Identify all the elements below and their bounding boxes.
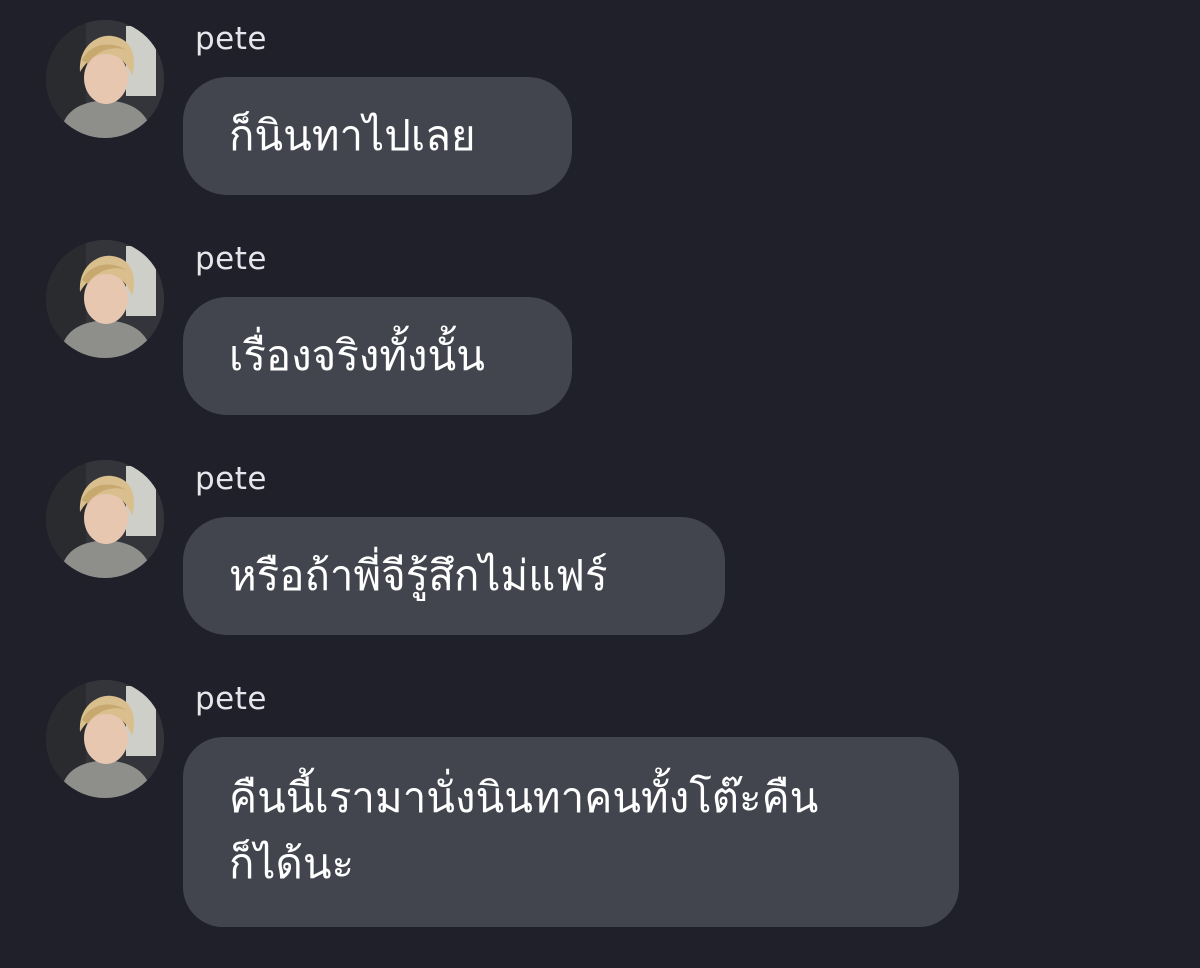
message-text: หรือถ้าพี่จีรู้สึกไม่แฟร์ xyxy=(229,551,608,600)
chat-message: pete หรือถ้าพี่จีรู้สึกไม่แฟร์ xyxy=(0,440,1200,660)
message-text-line-1: คืนนี้เรามานั่งนินทาคนทั้งโต๊ะคืน xyxy=(229,773,819,822)
message-bubble[interactable]: ก็นินทาไปเลย xyxy=(183,77,572,195)
avatar[interactable] xyxy=(46,680,164,798)
avatar-photo xyxy=(46,240,164,358)
avatar[interactable] xyxy=(46,460,164,578)
sender-name: pete xyxy=(195,241,267,277)
chat-thread: pete ก็นินทาไปเลย pete เรื่องจริงทั้งนั้… xyxy=(0,0,1200,968)
message-bubble[interactable]: เรื่องจริงทั้งนั้น xyxy=(183,297,572,415)
message-text-line-2: ก็ได้นะ xyxy=(229,839,355,888)
message-text: ก็นินทาไปเลย xyxy=(229,111,476,160)
message-text: เรื่องจริงทั้งนั้น xyxy=(229,331,485,380)
avatar-photo xyxy=(46,460,164,578)
avatar-photo xyxy=(46,20,164,138)
avatar-photo xyxy=(46,680,164,798)
avatar[interactable] xyxy=(46,240,164,358)
chat-message: pete ก็นินทาไปเลย xyxy=(0,0,1200,220)
avatar[interactable] xyxy=(46,20,164,138)
chat-message: pete คืนนี้เรามานั่งนินทาคนทั้งโต๊ะคืน ก… xyxy=(0,660,1200,960)
sender-name: pete xyxy=(195,21,267,57)
sender-name: pete xyxy=(195,461,267,497)
chat-message: pete เรื่องจริงทั้งนั้น xyxy=(0,220,1200,440)
sender-name: pete xyxy=(195,681,267,717)
message-bubble[interactable]: คืนนี้เรามานั่งนินทาคนทั้งโต๊ะคืน ก็ได้น… xyxy=(183,737,959,927)
message-bubble[interactable]: หรือถ้าพี่จีรู้สึกไม่แฟร์ xyxy=(183,517,725,635)
